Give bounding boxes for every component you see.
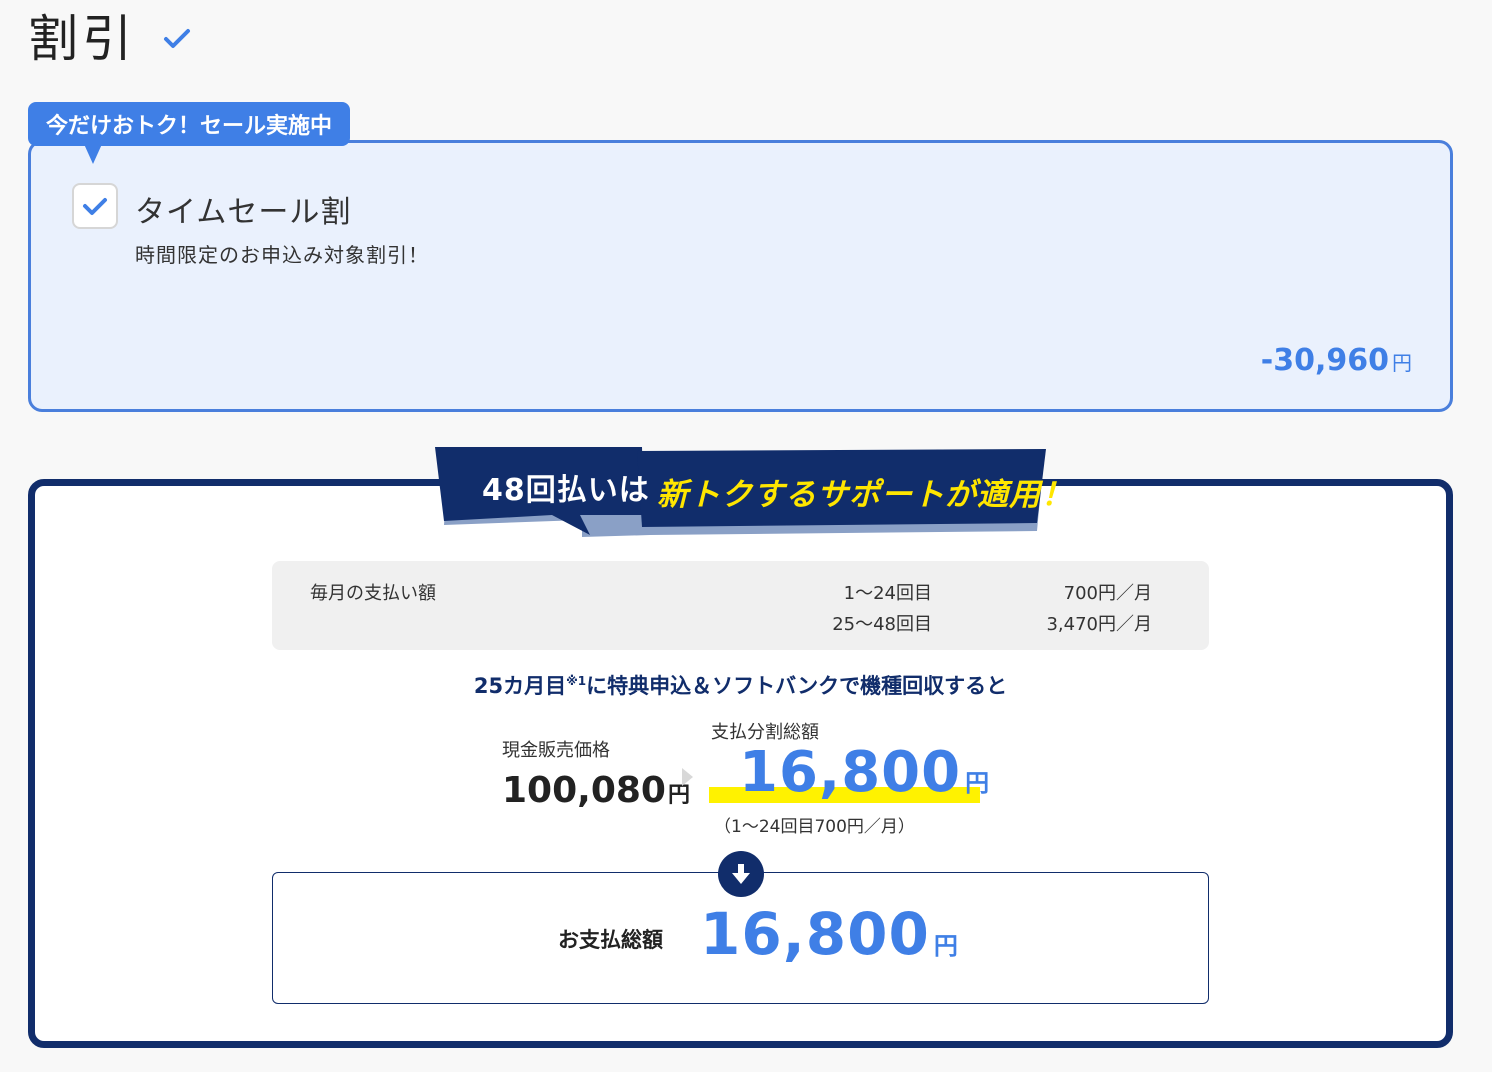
condition-text-before: 25カ月目 [473, 674, 567, 698]
banner-main-text: 新トクするサポートが適用！ [657, 477, 1073, 513]
discount-amount: -30,960 円 [1261, 343, 1412, 378]
arrow-down-icon [718, 851, 764, 897]
banner-lead-text: 48回払いは [482, 473, 650, 508]
discount-description: 時間限定のお申込み対象割引！ [135, 243, 429, 267]
discount-amount-value: -30,960 [1260, 343, 1389, 378]
monthly-payment-label: 毎月の支払い額 [310, 583, 436, 604]
time-sale-discount-card[interactable]: タイムセール割 時間限定のお申込み対象割引！ -30,960 円 [28, 140, 1453, 412]
condition-text-after: に特典申込＆ソフトバンクで機種回収すると [586, 674, 1008, 698]
page-title: 割引 [28, 10, 136, 68]
installment-value: 700円／月 [1063, 583, 1152, 604]
installment-note: （1～24回目700円／月） [714, 817, 915, 837]
support-banner: 48回払いは 新トクするサポートが適用！ [432, 445, 1072, 545]
discount-amount-unit: 円 [1392, 351, 1412, 375]
installment-total-price: 16,800 円 [739, 740, 989, 805]
check-icon [83, 198, 107, 215]
installment-total-unit: 円 [965, 769, 990, 797]
total-payment-value: 16,800 [700, 900, 930, 968]
monthly-payment-table: 毎月の支払い額 1～24回目 700円／月 25～48回目 3,470円／月 [272, 561, 1209, 650]
total-payment-price: 16,800 円 [700, 900, 958, 968]
discount-title: タイムセール割 [135, 195, 352, 230]
total-payment-unit: 円 [933, 932, 958, 960]
arrow-right-icon [682, 768, 693, 786]
total-payment-label: お支払総額 [558, 928, 663, 952]
sale-badge: 今だけおトク！セール実施中 [28, 102, 351, 146]
cash-price-label: 現金販売価格 [502, 740, 610, 761]
cash-price: 100,080 円 [502, 770, 690, 811]
installment-range: 1～24回目 [843, 583, 932, 604]
footnote-marker: ※1 [566, 674, 587, 688]
installment-value: 3,470円／月 [1046, 614, 1152, 635]
cash-price-value: 100,080 [502, 770, 666, 811]
check-icon [162, 27, 192, 55]
sale-badge-tail [84, 144, 102, 164]
section-heading: 割引 [28, 14, 192, 64]
installment-range: 25～48回目 [832, 614, 932, 635]
discount-checkbox[interactable] [72, 183, 118, 229]
condition-text: 25カ月目※1に特典申込＆ソフトバンクで機種回収すると [272, 670, 1209, 700]
installment-total-value: 16,800 [739, 740, 962, 805]
